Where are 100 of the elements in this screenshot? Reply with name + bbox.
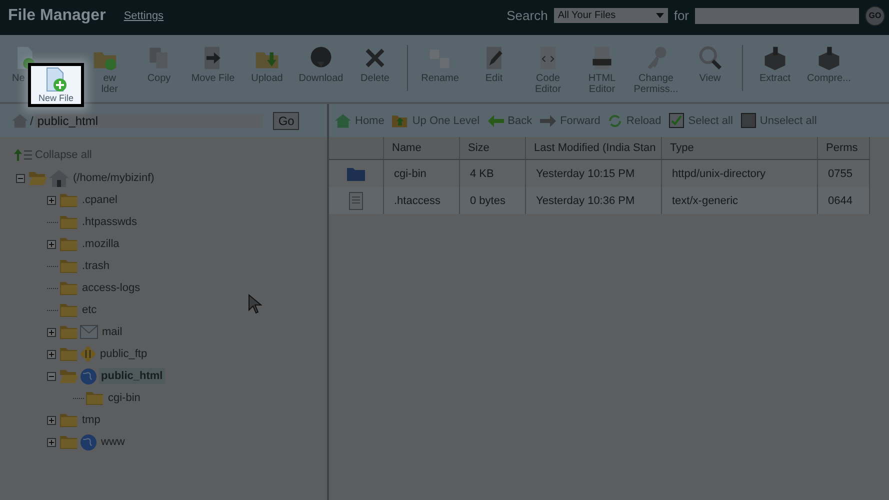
collapse-toggle-icon[interactable] [16, 174, 25, 182]
folder-icon [60, 281, 78, 295]
table-cell: httpd/unix-directory [662, 160, 818, 187]
expand-toggle-icon[interactable] [47, 350, 56, 358]
toolbar-button[interactable]: Extract [750, 45, 800, 84]
toolbar-button[interactable]: HTML Editor [577, 45, 627, 95]
toolbar-button[interactable]: Upload [242, 45, 292, 84]
document-plus-icon [44, 67, 68, 93]
reload-icon [608, 114, 622, 128]
box-icon [816, 45, 842, 71]
search-scope-dropdown[interactable]: All Your Files [554, 8, 668, 23]
folder-icon [86, 391, 104, 405]
tree-item[interactable]: cgi-bin [106, 390, 142, 406]
caret-icon [656, 13, 664, 18]
diamond-arrows-icon [80, 346, 96, 362]
folder-icon [60, 325, 78, 339]
new-file-tooltip[interactable]: New File [28, 63, 84, 107]
nav-button[interactable]: Forward [540, 114, 600, 126]
tree-item[interactable]: mail [100, 324, 124, 340]
for-label: for [674, 8, 689, 23]
nav-button[interactable]: Unselect all [740, 113, 817, 128]
toolbar-button[interactable]: Code Editor [523, 45, 573, 95]
toolbar-button[interactable]: Download [296, 45, 346, 84]
tree-item[interactable]: .htpasswds [80, 214, 140, 230]
table-cell: text/x-generic [662, 187, 818, 214]
path-prefix: / [30, 114, 34, 128]
go-button[interactable]: GO [865, 6, 885, 26]
tree-item[interactable]: .cpanel [80, 192, 120, 208]
column-header[interactable]: Size [460, 137, 526, 160]
table-cell: Yesterday 10:36 PM [526, 187, 662, 214]
toolbar-button[interactable]: ew lder [92, 45, 118, 95]
folder-up-icon [392, 114, 408, 128]
folder-icon [60, 435, 78, 449]
folder-icon [60, 215, 78, 229]
open-folder-icon [60, 369, 78, 383]
nav-button[interactable]: Select all [669, 113, 733, 128]
table-cell: cgi-bin [384, 160, 460, 187]
path-field[interactable]: public_html [35, 114, 264, 128]
toolbar-button[interactable]: Move File [188, 45, 238, 84]
expand-toggle-icon[interactable] [47, 240, 56, 248]
tree-item[interactable]: (/home/mybizinf) [71, 170, 156, 186]
house-icon [49, 170, 69, 186]
tree-item[interactable]: public_html [99, 368, 165, 384]
nav-button[interactable]: Back [488, 114, 532, 126]
folder-icon [60, 303, 78, 317]
tree-item[interactable]: etc [80, 302, 99, 318]
folder-icon [60, 193, 78, 207]
settings-link[interactable]: Settings [124, 10, 164, 22]
tree-item[interactable]: .mozilla [80, 236, 122, 252]
table-cell: 0644 [818, 187, 870, 214]
toolbar-button[interactable]: Rename [415, 45, 465, 84]
table-cell: .htaccess [384, 187, 460, 214]
table-cell: 0 bytes [460, 187, 526, 214]
search-label: Search [506, 8, 548, 23]
folder-icon [60, 237, 78, 251]
toolbar-button[interactable]: Compre... [804, 45, 854, 84]
new-file-label: New File [38, 93, 74, 103]
search-field[interactable] [695, 8, 859, 24]
table-cell: Yesterday 10:15 PM [526, 160, 662, 187]
app-title: File Manager [8, 6, 106, 24]
expand-toggle-icon[interactable] [47, 438, 56, 446]
nav-button[interactable]: Reload [608, 114, 662, 128]
toolbar-button[interactable]: Edit [469, 45, 519, 84]
toolbar-button[interactable]: View [685, 45, 735, 84]
open-folder-icon [29, 171, 47, 185]
column-header[interactable]: Name [384, 137, 460, 160]
folder-icon [60, 259, 78, 273]
nav-button[interactable]: Home [335, 114, 384, 128]
toolbar-button[interactable]: Delete [350, 45, 400, 84]
nav-button[interactable]: Up One Level [392, 114, 480, 128]
toolbar-button[interactable]: Change Permiss... [631, 45, 681, 95]
table-cell: 4 KB [460, 160, 526, 187]
left-arrow-icon [488, 114, 504, 126]
globe-icon [80, 434, 97, 450]
collapse-icon [14, 149, 32, 161]
column-header[interactable]: Type [662, 137, 818, 160]
envelope-icon [80, 325, 98, 339]
mouse-cursor-icon [248, 294, 262, 314]
house-icon [12, 114, 28, 128]
search-icon [697, 45, 723, 71]
tree-item[interactable]: .trash [80, 258, 112, 274]
tree-item[interactable]: www [99, 434, 127, 450]
table-cell: 0755 [818, 160, 870, 187]
right-arrow-icon [540, 114, 556, 126]
folder-icon [60, 413, 78, 427]
collapse-toggle-icon[interactable] [47, 372, 56, 380]
expand-toggle-icon[interactable] [47, 416, 56, 424]
expand-toggle-icon[interactable] [47, 196, 56, 204]
file-icon [349, 192, 363, 210]
tree-item[interactable]: access-logs [80, 280, 142, 296]
tree-item[interactable]: tmp [80, 412, 102, 428]
go-button[interactable]: Go [273, 112, 300, 130]
tree-item[interactable]: public_ftp [98, 346, 150, 362]
toolbar-button[interactable]: Copy [134, 45, 184, 84]
column-header[interactable]: Perms [818, 137, 870, 160]
box-icon [762, 45, 788, 71]
expand-toggle-icon[interactable] [47, 328, 56, 336]
house-icon [335, 114, 351, 128]
column-header[interactable]: Last Modified (India Stan [526, 137, 662, 160]
folder-icon [347, 166, 365, 180]
